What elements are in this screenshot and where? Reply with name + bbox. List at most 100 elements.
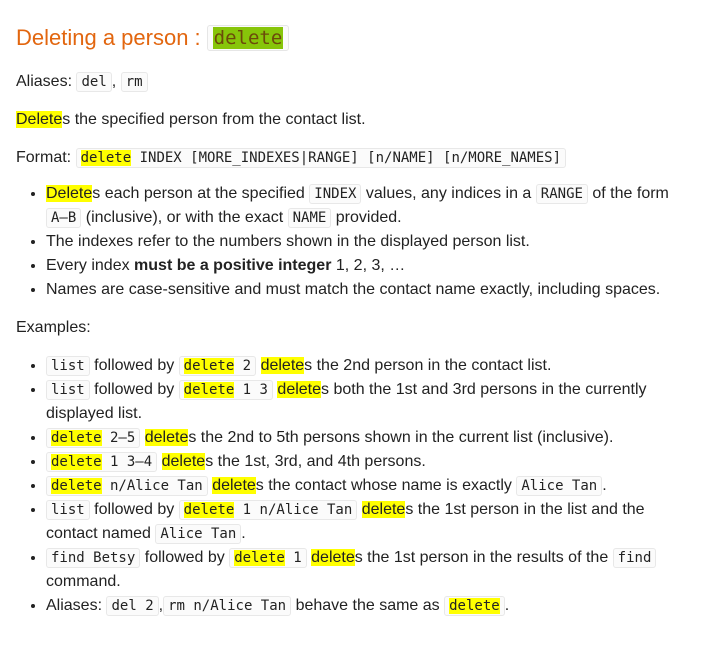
inline-code: NAME <box>287 208 332 228</box>
example-item: list followed by delete 1 3 deletes both… <box>46 378 691 426</box>
keyword-highlight: delete <box>277 381 322 398</box>
text: followed by <box>94 381 175 398</box>
text: s the 1st, 3rd, and 4th persons. <box>205 453 426 470</box>
keyword-highlight: Delete <box>46 185 93 202</box>
text: . <box>602 477 607 494</box>
details-list: Deletes each person at the specified IND… <box>16 182 691 302</box>
text: behave the same as <box>295 597 440 614</box>
format-label: Format: <box>16 149 72 166</box>
inline-code: list <box>46 500 90 520</box>
inline-code: find Betsy <box>46 548 141 568</box>
command-code: delete n/Alice Tan <box>46 476 208 496</box>
inline-code: del 2 <box>106 596 159 616</box>
heading-command-code: delete <box>206 25 290 51</box>
list-item: Deletes each person at the specified IND… <box>46 182 691 230</box>
format-args: INDEX [MORE_INDEXES|RANGE] [n/NAME] [n/M… <box>131 150 562 166</box>
command-code: delete 2 <box>178 356 257 376</box>
inline-code: find <box>612 548 657 568</box>
aliases-label: Aliases: <box>46 597 103 614</box>
command-highlight: delete <box>183 382 235 398</box>
text: Every index <box>46 257 135 274</box>
heading-text: Deleting a person : <box>16 25 201 50</box>
alias-separator: , <box>111 73 117 90</box>
text: (inclusive), or with the exact <box>85 209 284 226</box>
text: 1, 2, 3, … <box>331 257 406 274</box>
keyword-highlight: delete <box>361 501 406 518</box>
aliases-line: Aliases: del, rm <box>16 70 691 94</box>
keyword-highlight: delete <box>212 477 256 494</box>
text: followed by <box>94 357 175 374</box>
example-item: find Betsy followed by delete 1 deletes … <box>46 546 691 594</box>
list-item: Every index must be a positive integer 1… <box>46 254 691 278</box>
text: s each person at the specified <box>92 185 305 202</box>
inline-code: list <box>46 356 90 376</box>
command-code: delete 1 <box>229 548 307 568</box>
text: s the 2nd to 5th persons shown in the cu… <box>188 429 614 446</box>
keyword-highlight: delete <box>144 429 189 446</box>
command-code: delete 2–5 <box>46 428 141 448</box>
command-args: 1 n/Alice Tan <box>234 502 353 518</box>
inline-code: A–B <box>46 208 82 228</box>
command-highlight: delete <box>51 478 102 494</box>
command-code: delete <box>444 596 505 616</box>
text: . <box>241 525 246 542</box>
text: values, any indices in a <box>365 185 532 202</box>
format-command-highlight: delete <box>80 150 132 166</box>
text: . <box>504 597 510 614</box>
text: s the 2nd person in the contact list. <box>304 357 552 374</box>
command-args: n/Alice Tan <box>101 478 203 494</box>
text: followed by <box>144 549 225 566</box>
text: followed by <box>94 501 175 518</box>
text: s the 1st person in the results of the <box>354 549 609 566</box>
text: of the form <box>592 185 669 202</box>
command-highlight: delete <box>51 454 102 470</box>
command-highlight: delete <box>51 430 102 446</box>
examples-list: list followed by delete 2 deletes the 2n… <box>16 354 691 618</box>
command-args: 2–5 <box>101 430 136 446</box>
heading-command-highlight: delete <box>212 27 284 49</box>
text: provided. <box>335 209 402 226</box>
inline-code: Alice Tan <box>516 476 603 496</box>
inline-code: rm n/Alice Tan <box>163 596 292 616</box>
examples-title: Examples: <box>16 319 91 336</box>
command-code: delete 1 n/Alice Tan <box>178 500 358 520</box>
description-highlight: Delete <box>16 111 63 128</box>
section-heading: Deleting a person : delete <box>16 24 691 52</box>
keyword-highlight: delete <box>161 453 206 470</box>
alias-code-del: del <box>76 72 112 92</box>
command-args: 1 3 <box>234 382 268 398</box>
command-args: 1 <box>284 550 302 566</box>
example-item: delete 1 3–4 deletes the 1st, 3rd, and 4… <box>46 450 691 474</box>
bold-text: must be a positive integer <box>134 257 332 274</box>
example-item: list followed by delete 1 n/Alice Tan de… <box>46 498 691 546</box>
page: Deleting a person : delete Aliases: del,… <box>0 0 707 618</box>
description: Deletes the specified person from the co… <box>16 108 691 132</box>
text: command. <box>46 573 121 590</box>
example-item: delete 2–5 deletes the 2nd to 5th person… <box>46 426 691 450</box>
command-args: 1 3–4 <box>101 454 153 470</box>
example-item: delete n/Alice Tan deletes the contact w… <box>46 474 691 498</box>
inline-code: INDEX <box>309 184 362 204</box>
example-item: list followed by delete 2 deletes the 2n… <box>46 354 691 378</box>
list-item: Names are case-sensitive and must match … <box>46 278 691 302</box>
command-highlight: delete <box>449 598 500 614</box>
command-code: delete 1 3–4 <box>46 452 158 472</box>
command-highlight: delete <box>183 502 235 518</box>
example-item: Aliases: del 2,rm n/Alice Tan behave the… <box>46 594 691 618</box>
inline-code: RANGE <box>535 184 588 204</box>
alias-code-rm: rm <box>120 72 148 92</box>
command-code: delete 1 3 <box>178 380 273 400</box>
text: s the contact whose name is exactly <box>255 477 512 494</box>
format-line: Format: delete INDEX [MORE_INDEXES|RANGE… <box>16 146 691 170</box>
description-rest: s the specified person from the contact … <box>62 111 366 128</box>
keyword-highlight: delete <box>260 357 305 374</box>
format-code: delete INDEX [MORE_INDEXES|RANGE] [n/NAM… <box>75 148 567 168</box>
command-highlight: delete <box>234 550 285 566</box>
inline-code: Alice Tan <box>155 524 242 544</box>
command-highlight: delete <box>183 358 235 374</box>
keyword-highlight: delete <box>311 549 355 566</box>
list-item: The indexes refer to the numbers shown i… <box>46 230 691 254</box>
command-args: 2 <box>234 358 252 374</box>
aliases-label: Aliases: <box>16 73 73 90</box>
inline-code: list <box>46 380 90 400</box>
